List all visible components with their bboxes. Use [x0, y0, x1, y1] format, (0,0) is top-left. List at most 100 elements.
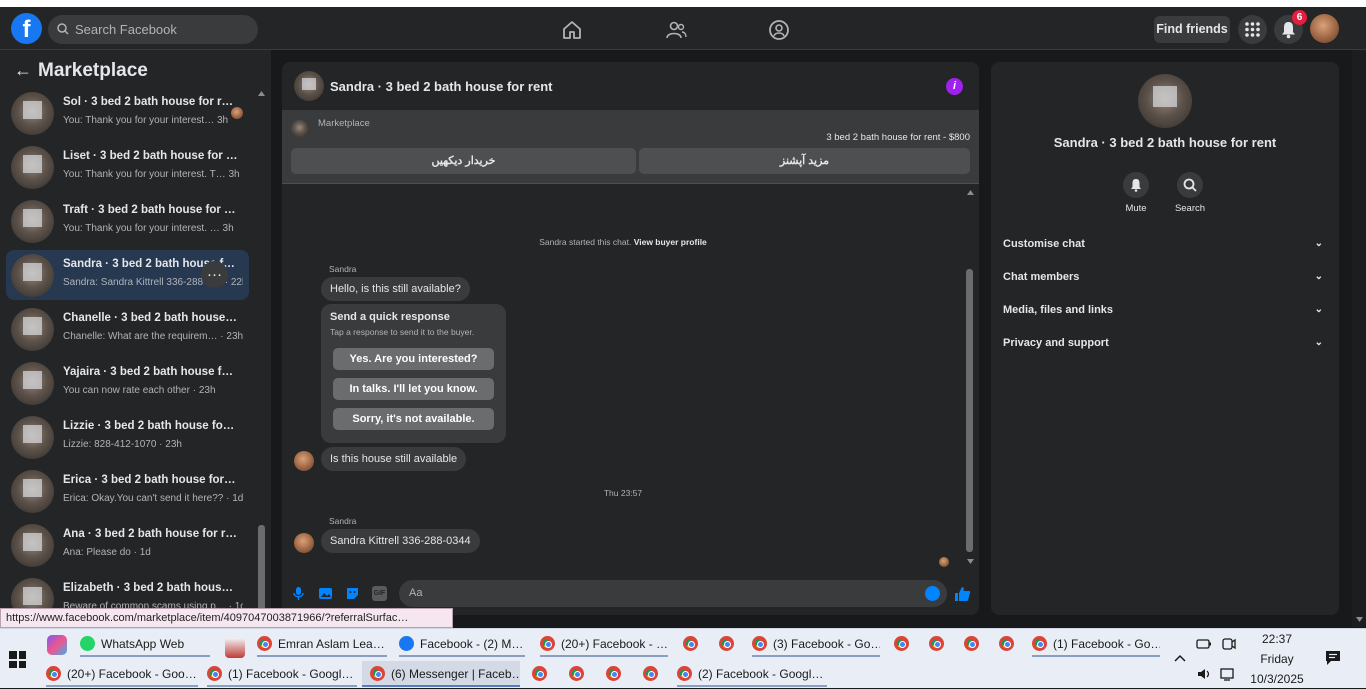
message-bubble[interactable]: Hello, is this still available?	[321, 277, 470, 301]
conversation-item[interactable]: Yajaira · 3 bed 2 bath house for rent Yo…	[6, 358, 249, 408]
chat-members-section[interactable]: Chat members ⌄	[1003, 267, 1329, 287]
page-scroll-down-icon[interactable]	[1355, 616, 1364, 623]
read-receipt-avatar	[939, 557, 949, 567]
microphone-icon[interactable]	[291, 586, 306, 601]
chrome-icon	[46, 666, 61, 682]
chevron-down-icon: ⌄	[1314, 304, 1323, 315]
info-icon[interactable]: i	[946, 78, 963, 95]
more-options-button[interactable]: مزید آپشنز	[639, 148, 970, 174]
listing-avatar	[11, 416, 54, 459]
view-buyer-button[interactable]: خریدار دیکھیں	[291, 148, 636, 174]
quick-response-talks-button[interactable]: In talks. I'll let you know.	[333, 378, 494, 400]
whatsapp-icon	[80, 636, 95, 652]
app-icon[interactable]	[225, 638, 245, 658]
message-bubble[interactable]: Sandra Kittrell 336-288-0344	[321, 529, 480, 553]
conversation-item[interactable]: Liset · 3 bed 2 bath house for rent You:…	[6, 142, 249, 192]
conversation-name: Chanelle · 3 bed 2 bath house for rent	[63, 312, 238, 324]
taskbar-item-chrome[interactable]: Emran Aslam Lea…	[257, 631, 387, 657]
chevron-up-icon[interactable]	[1173, 653, 1187, 663]
quick-response-yes-button[interactable]: Yes. Are you interested?	[333, 348, 494, 370]
taskbar-chrome-icon[interactable]	[569, 661, 591, 687]
message-bubble[interactable]: Is this house still available	[321, 447, 467, 471]
notification-center-icon[interactable]	[1324, 649, 1342, 667]
media-files-links-section[interactable]: Media, files and links ⌄	[1003, 300, 1329, 320]
conversation-item[interactable]: Elizabeth · 3 bed 2 bath house for rent …	[6, 574, 249, 610]
listing-price[interactable]: 3 bed 2 bath house for rent - $800	[826, 132, 970, 143]
view-buyer-profile-link[interactable]: View buyer profile	[634, 237, 707, 247]
marketplace-sidebar: ← Marketplace Sol · 3 bed 2 bath house fo…	[0, 50, 271, 610]
facebook-logo-icon[interactable]: f	[11, 13, 42, 44]
message-input[interactable]: Aa	[399, 580, 947, 607]
mute-button[interactable]: Mute	[1106, 172, 1166, 214]
taskbar-item-chrome[interactable]: (2) Facebook - Googl…	[677, 661, 827, 687]
copilot-icon[interactable]	[47, 635, 67, 655]
home-icon[interactable]	[561, 19, 583, 41]
taskbar-item-chrome[interactable]: (1) Facebook - Googl…	[207, 661, 357, 687]
groups-icon[interactable]	[768, 19, 790, 41]
customise-chat-section[interactable]: Customise chat ⌄	[1003, 234, 1329, 254]
conversation-snippet: Ana: Please do · 1d	[63, 547, 151, 558]
battery-icon[interactable]	[1196, 637, 1212, 651]
taskbar-item-chrome[interactable]: (20+) Facebook - Goo…	[46, 661, 198, 687]
sender-avatar[interactable]	[294, 451, 314, 471]
profile-avatar[interactable]	[1310, 14, 1339, 43]
taskbar-chrome-icon[interactable]	[643, 661, 665, 687]
taskbar-chrome-icon[interactable]	[532, 661, 554, 687]
facebook-icon	[399, 636, 414, 652]
privacy-support-section[interactable]: Privacy and support ⌄	[1003, 333, 1329, 353]
sender-avatar[interactable]	[294, 533, 314, 553]
conversation-item[interactable]: Chanelle · 3 bed 2 bath house for rent C…	[6, 304, 249, 354]
taskbar-chrome-icon[interactable]	[964, 631, 986, 657]
quick-response-sorry-button[interactable]: Sorry, it's not available.	[333, 408, 494, 430]
emoji-icon[interactable]	[925, 586, 940, 601]
chrome-icon	[1032, 636, 1047, 652]
gif-icon[interactable]: GIF	[372, 586, 387, 601]
volume-icon[interactable]	[1196, 667, 1212, 681]
sidebar-title: Marketplace	[38, 60, 148, 81]
sticker-icon[interactable]	[345, 586, 360, 601]
chat-scroll-up-icon[interactable]	[966, 189, 975, 196]
taskbar-chrome-icon[interactable]	[929, 631, 951, 657]
info-avatar[interactable]	[1138, 74, 1192, 128]
taskbar-item-chrome[interactable]: (3) Facebook - Go…	[752, 631, 880, 657]
taskbar-chrome-icon[interactable]	[894, 631, 916, 657]
page-scrollbar[interactable]	[1352, 50, 1366, 627]
search-facebook-input[interactable]: Search Facebook	[48, 15, 258, 44]
chat-title[interactable]: Sandra · 3 bed 2 bath house for rent	[330, 79, 552, 94]
taskbar-item-messenger-active[interactable]: (6) Messenger | Faceb…	[362, 661, 520, 687]
conversation-item[interactable]: Ana · 3 bed 2 bath house for rent Ana: P…	[6, 520, 249, 570]
taskbar-chrome-icon[interactable]	[719, 631, 741, 657]
search-in-chat-button[interactable]: Search	[1160, 172, 1220, 214]
chat-scroll-down-icon[interactable]	[966, 558, 975, 565]
conversation-item[interactable]: Traft · 3 bed 2 bath house for rent You:…	[6, 196, 249, 246]
friends-icon[interactable]	[665, 19, 687, 41]
taskbar-chrome-icon[interactable]	[606, 661, 628, 687]
conversation-options-button[interactable]: …	[201, 261, 228, 288]
like-thumb-icon[interactable]	[953, 584, 973, 604]
find-friends-button[interactable]: Find friends	[1154, 16, 1230, 43]
chat-scrollbar[interactable]	[966, 269, 973, 552]
section-label: Chat members	[1003, 271, 1080, 283]
conversation-item[interactable]: Erica · 3 bed 2 bath house for rent Eric…	[6, 466, 249, 516]
taskbar-chrome-icon[interactable]	[683, 631, 705, 657]
chat-avatar[interactable]	[294, 71, 324, 101]
conversation-item[interactable]: Lizzie · 3 bed 2 bath house for rent Liz…	[6, 412, 249, 462]
scroll-up-arrow-icon[interactable]	[257, 90, 266, 97]
back-arrow-icon[interactable]: ←	[14, 60, 32, 80]
chrome-icon	[569, 666, 584, 682]
taskbar-item-chrome[interactable]: (1) Facebook - Go…	[1032, 631, 1160, 657]
menu-button[interactable]	[1238, 15, 1267, 44]
photo-icon[interactable]	[318, 586, 333, 601]
taskbar-chrome-icon[interactable]	[999, 631, 1021, 657]
conversation-name: Yajaira · 3 bed 2 bath house for rent	[63, 366, 238, 378]
system-message-text: Sandra started this chat.	[539, 237, 632, 247]
camera-icon[interactable]	[1221, 637, 1237, 651]
windows-start-icon[interactable]	[9, 651, 26, 668]
taskbar-item-whatsapp[interactable]: WhatsApp Web	[80, 631, 210, 657]
taskbar-item-chrome[interactable]: (20+) Facebook - …	[540, 631, 668, 657]
taskbar-item-facebook[interactable]: Facebook - (2) M…	[399, 631, 525, 657]
conversation-item[interactable]: Sol · 3 bed 2 bath house for rent You: T…	[6, 88, 249, 138]
network-icon[interactable]	[1220, 667, 1236, 681]
taskbar-clock[interactable]: 22:37 Friday 10/3/2025	[1248, 629, 1306, 689]
sidebar-scrollbar[interactable]	[258, 525, 265, 610]
